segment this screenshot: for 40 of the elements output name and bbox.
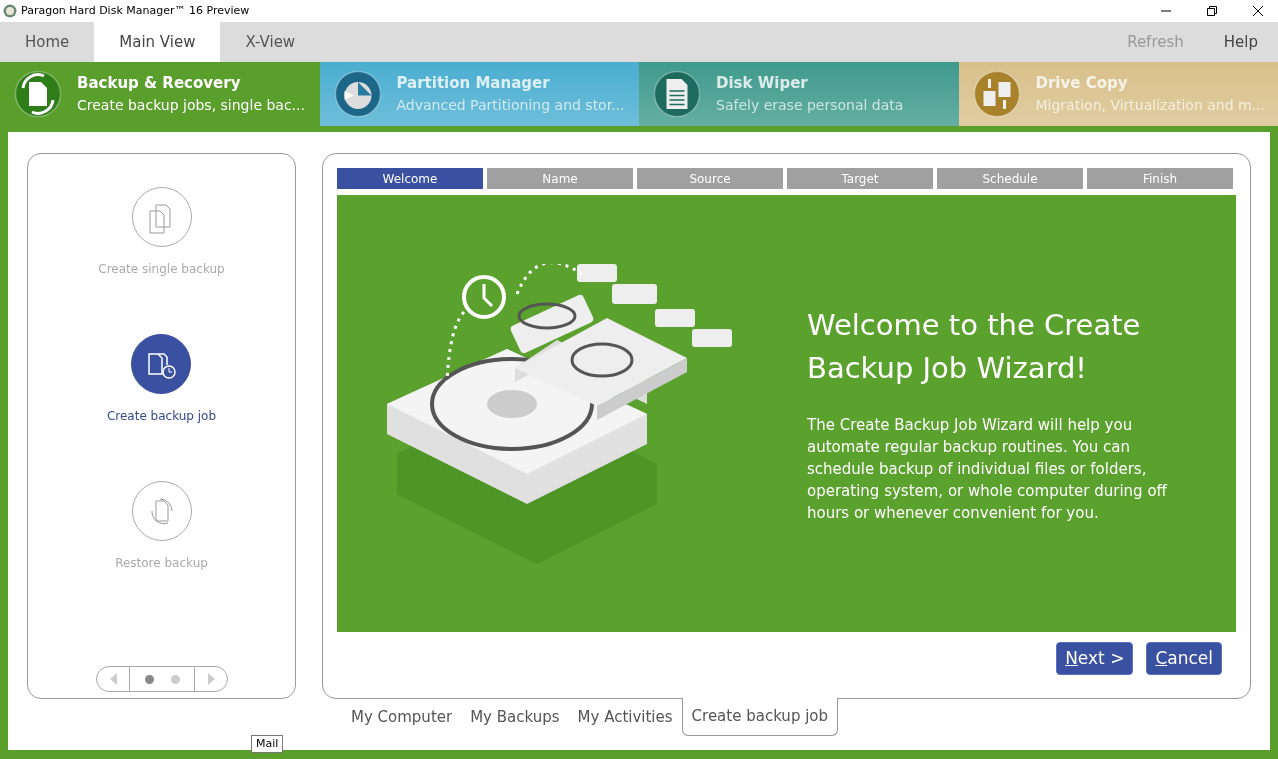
close-icon[interactable]: [1252, 5, 1264, 17]
bottom-tab[interactable]: My Computer: [342, 698, 462, 736]
menu-tab[interactable]: Home: [0, 22, 95, 62]
documents-icon: [131, 187, 192, 247]
bottom-tab[interactable]: My Activities: [568, 698, 682, 736]
left-triangle-icon: [109, 673, 117, 685]
document-arrows-icon: [14, 70, 62, 118]
wizard-step: Finish: [1087, 168, 1233, 189]
action-item[interactable]: Create backup job: [106, 334, 217, 425]
wizard-button[interactable]: Next >: [1056, 642, 1134, 675]
wizard-step: Name: [487, 168, 633, 189]
pie-chart-icon: [333, 70, 382, 118]
documents-clock-icon: [131, 334, 192, 394]
tooltip: Mail: [251, 735, 284, 753]
wizard-description: The Create Backup Job Wizard will help you automate regular backup routines. You can schedule backup of individual files or folders, operating system, or whole computer during off hours or whenever convenient for you.: [807, 414, 1168, 524]
wizard-step: Target: [787, 168, 933, 189]
wizard-step: Welcome: [337, 168, 483, 189]
wizard-step: Source: [637, 168, 783, 189]
document-circular-arrows-icon: [131, 481, 192, 541]
document-lines-icon: [653, 70, 701, 118]
app-logo-icon: [3, 4, 17, 18]
module-subtitle: Safely erase personal data: [716, 95, 904, 115]
restore-icon[interactable]: [1206, 5, 1218, 17]
module-title: Disk Wiper: [716, 73, 809, 95]
window-title: Paragon Hard Disk Manager™ 16 Preview: [21, 2, 250, 19]
module-title: Drive Copy: [1035, 73, 1129, 95]
menu-button[interactable]: Help: [1203, 22, 1278, 62]
wizard-heading: Welcome to the Create Backup Job Wizard!: [807, 306, 1142, 387]
module-subtitle: Create backup jobs, single bac...: [77, 95, 305, 115]
menu-tab[interactable]: X-View: [220, 22, 321, 62]
menu-tab[interactable]: Main View: [94, 22, 221, 62]
module-title: Backup & Recovery: [77, 73, 242, 95]
module-title: Partition Manager: [396, 73, 551, 95]
wizard-step: Schedule: [937, 168, 1083, 189]
module-subtitle: Advanced Partitioning and stor...: [396, 95, 625, 115]
bottom-tab[interactable]: My Backups: [461, 698, 569, 736]
right-triangle-icon: [207, 673, 215, 685]
bottom-tab[interactable]: Create backup job: [681, 698, 839, 736]
module-subtitle: Migration, Virtualization and m...: [1035, 95, 1266, 115]
wizard-button[interactable]: Cancel: [1146, 642, 1222, 675]
